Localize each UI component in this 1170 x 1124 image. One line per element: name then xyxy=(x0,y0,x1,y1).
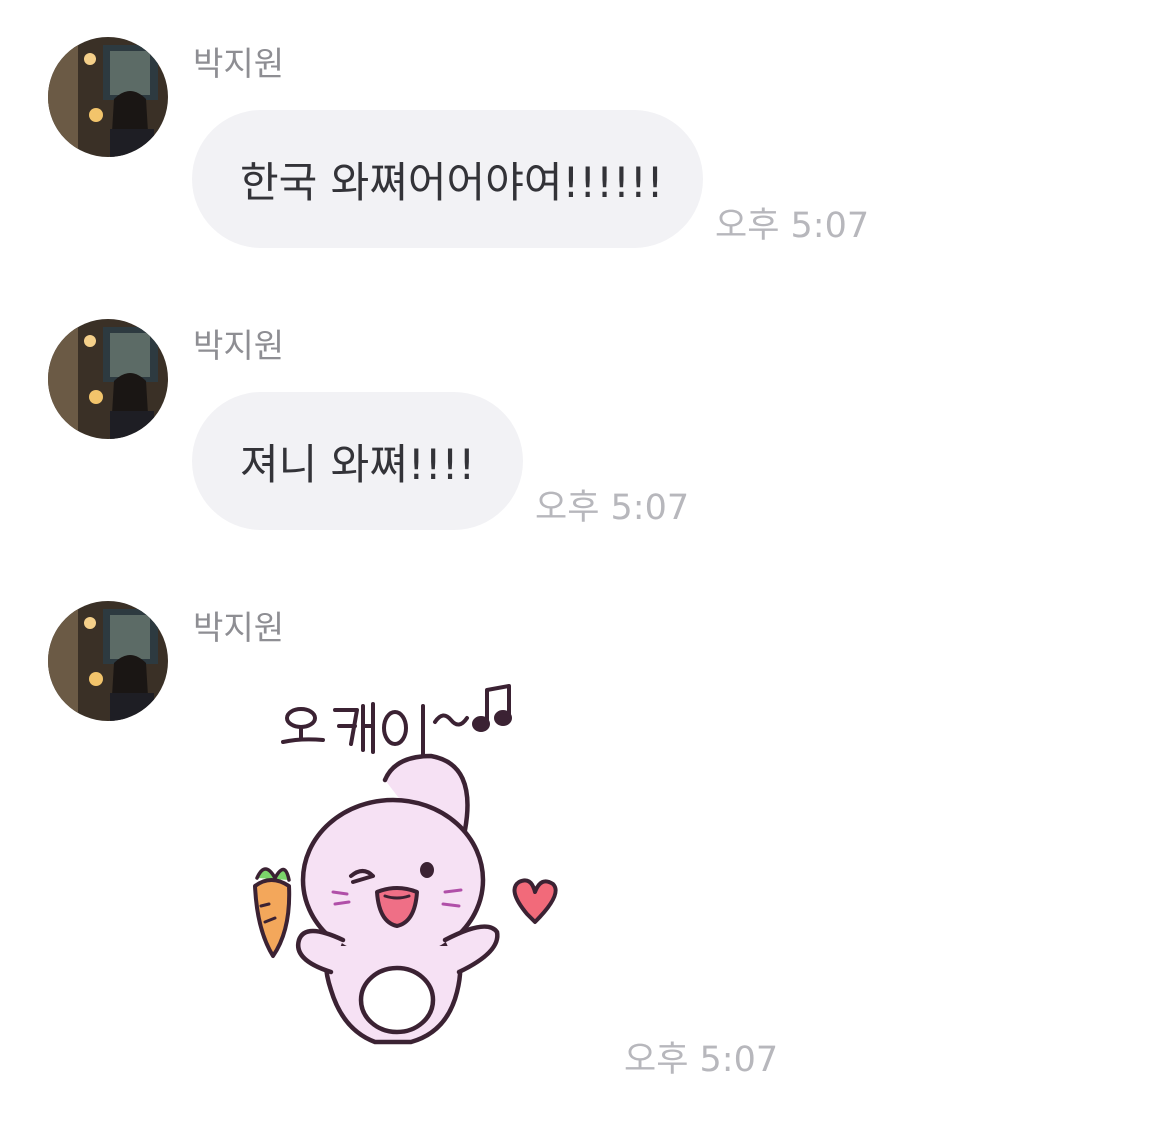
message-time: 오후 5:07 xyxy=(624,1040,779,1080)
sender-name: 박지원 xyxy=(193,608,285,647)
sender-avatar[interactable] xyxy=(48,319,168,439)
message-bubble[interactable]: 져니 와쪄!!!! xyxy=(192,392,523,530)
message-time: 오후 5:07 xyxy=(535,488,690,528)
sender-name: 박지원 xyxy=(193,326,285,365)
sticker-caption xyxy=(281,684,512,758)
message-time: 오후 5:07 xyxy=(715,206,870,246)
sender-avatar[interactable] xyxy=(48,37,168,157)
bunny-sticker[interactable] xyxy=(235,660,575,1080)
sender-name: 박지원 xyxy=(193,44,285,83)
message-bubble[interactable]: 한국 와쪄어어야여!!!!!! xyxy=(192,110,703,248)
sender-avatar[interactable] xyxy=(48,601,168,721)
